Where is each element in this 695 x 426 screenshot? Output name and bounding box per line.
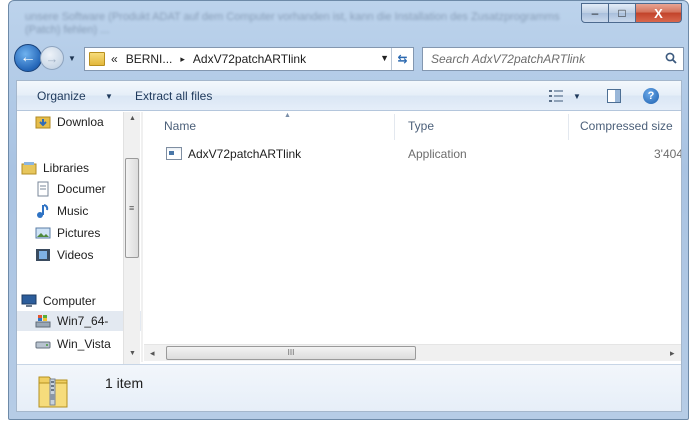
command-bar: Organize ▼ Extract all files ▼ ?: [17, 81, 681, 111]
close-button[interactable]: X: [636, 3, 682, 23]
nav-item-music[interactable]: Music: [35, 201, 88, 221]
nav-item-videos[interactable]: Videos: [35, 245, 93, 265]
drive-icon: [35, 341, 51, 349]
nav-item-documents[interactable]: Documer: [35, 179, 106, 199]
views-dropdown-icon[interactable]: ▼: [573, 92, 581, 101]
scroll-grip-icon: ≡: [129, 203, 135, 213]
extract-all-files-button[interactable]: Extract all files: [135, 89, 212, 103]
search-input[interactable]: [431, 52, 651, 66]
minimize-button[interactable]: –: [581, 3, 609, 23]
nav-label: Videos: [57, 248, 94, 262]
scroll-grip-icon: III: [287, 348, 295, 357]
breadcrumb-current[interactable]: AdxV72patchARTlink: [193, 52, 306, 66]
zip-folder-icon: [38, 376, 68, 408]
maximize-button[interactable]: □: [609, 3, 636, 23]
file-compressed-size: 3'404: [654, 147, 682, 161]
pictures-icon: [35, 227, 51, 239]
file-row[interactable]: AdxV72patchARTlink Application 3'404: [144, 144, 681, 164]
organize-dropdown-icon[interactable]: ▼: [105, 92, 113, 101]
organize-button[interactable]: Organize: [37, 89, 86, 103]
nav-label: Documer: [57, 182, 106, 196]
file-list: ▲ Name Type Compressed size AdxV72patchA…: [144, 112, 681, 344]
nav-label: Win_Vista: [57, 337, 111, 351]
libraries-icon: [21, 162, 37, 175]
item-count: 1 item: [105, 375, 144, 391]
scroll-right-arrow-icon[interactable]: ▸: [670, 348, 675, 359]
navigation-pane-scrollbar[interactable]: ▲ ≡ ▼: [123, 112, 140, 364]
column-header-name[interactable]: Name: [164, 119, 196, 133]
nav-label: Computer: [43, 294, 96, 308]
change-view-icon[interactable]: [549, 90, 563, 102]
application-file-icon: [166, 147, 182, 160]
minimize-icon: –: [591, 6, 599, 20]
nav-item-downloads[interactable]: Downloa: [35, 112, 104, 132]
scroll-left-arrow-icon[interactable]: ◂: [150, 348, 155, 359]
windows-drive-icon: [35, 315, 51, 328]
navigation-scroll-thumb[interactable]: ≡: [125, 158, 139, 258]
nav-item-libraries[interactable]: Libraries: [21, 158, 89, 178]
search-box[interactable]: [422, 47, 684, 71]
forward-arrow-icon: →: [45, 50, 59, 66]
address-row: ← → ▼ « BERNI... ▸ AdxV72patchARTlink ▼ …: [14, 44, 684, 74]
column-header-compressed-size[interactable]: Compressed size: [580, 119, 673, 133]
back-arrow-icon: ←: [20, 49, 36, 66]
explorer-client-area: Organize ▼ Extract all files ▼ ? Downloa…: [16, 80, 682, 412]
column-header-type[interactable]: Type: [408, 119, 434, 133]
nav-item-win-vista-drive[interactable]: Win_Vista: [35, 334, 111, 354]
preview-pane-icon[interactable]: [607, 89, 621, 103]
nav-label: Win7_64-: [57, 314, 109, 328]
computer-icon: [21, 294, 37, 307]
nav-label: Music: [57, 204, 89, 218]
address-history-dropdown[interactable]: ▼: [380, 53, 389, 63]
nav-label: Pictures: [57, 226, 101, 240]
close-icon: X: [654, 5, 663, 21]
horizontal-scroll-thumb[interactable]: III: [166, 346, 416, 360]
music-icon: [37, 204, 49, 218]
breadcrumb-berni[interactable]: BERNI...: [126, 52, 173, 66]
background-window-text: unsere Software (Produkt ADAT auf dem Co…: [25, 11, 560, 36]
forward-button[interactable]: →: [40, 46, 64, 70]
nav-item-pictures[interactable]: Pictures: [35, 223, 100, 243]
search-icon[interactable]: [665, 52, 677, 64]
nav-label: Libraries: [43, 161, 90, 175]
help-icon[interactable]: ?: [643, 88, 659, 104]
maximize-icon: □: [618, 6, 626, 20]
details-pane: 1 item: [17, 364, 681, 411]
sort-ascending-icon: ▲: [284, 112, 291, 119]
file-list-horizontal-scrollbar[interactable]: ◂ III ▸: [144, 344, 681, 361]
file-name: AdxV72patchARTlink: [188, 147, 302, 161]
caption-buttons: – □ X: [581, 3, 682, 23]
nav-label: Downloa: [57, 115, 104, 129]
column-divider[interactable]: [568, 114, 569, 140]
folder-icon: [89, 52, 105, 66]
nav-item-computer[interactable]: Computer: [21, 291, 96, 311]
scroll-down-arrow-icon[interactable]: ▼: [129, 350, 136, 357]
address-bar[interactable]: « BERNI... ▸ AdxV72patchARTlink ▼ ⇆: [84, 47, 414, 71]
documents-icon: [37, 181, 49, 197]
scroll-up-arrow-icon[interactable]: ▲: [129, 115, 136, 122]
back-button[interactable]: ←: [14, 44, 42, 72]
breadcrumb-separator-icon[interactable]: ▸: [180, 54, 185, 65]
recent-pages-dropdown[interactable]: ▼: [68, 54, 76, 63]
downloads-folder-icon: [35, 116, 51, 129]
refresh-button[interactable]: ⇆: [391, 48, 413, 70]
file-type: Application: [408, 147, 467, 161]
videos-icon: [36, 249, 50, 261]
pane-splitter[interactable]: [141, 112, 143, 362]
column-divider[interactable]: [394, 114, 395, 140]
breadcrumb-overflow[interactable]: «: [111, 52, 118, 66]
